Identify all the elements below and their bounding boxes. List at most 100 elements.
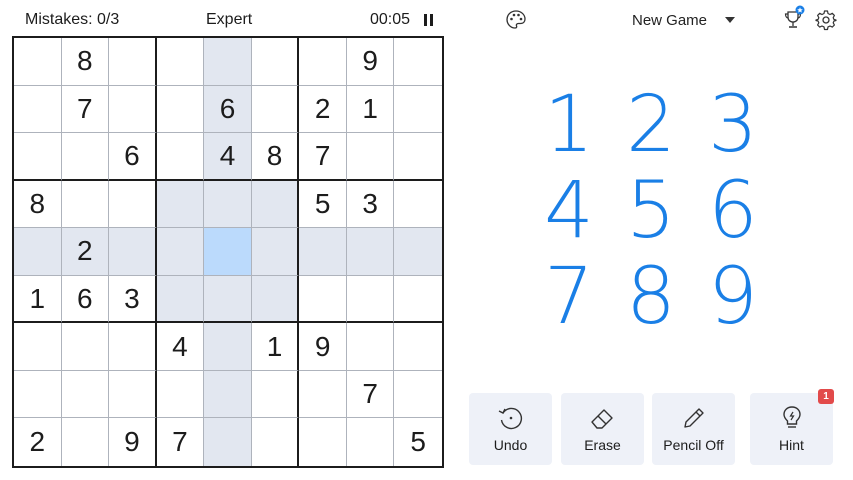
cell-r9c1[interactable]: 2 bbox=[14, 418, 62, 466]
cell-r8c5[interactable] bbox=[204, 370, 252, 419]
cell-r8c9[interactable] bbox=[394, 371, 442, 419]
cell-r4c7[interactable]: 5 bbox=[299, 180, 347, 229]
gear-icon[interactable] bbox=[815, 9, 837, 31]
pencil-toggle-button[interactable]: Pencil Off bbox=[652, 393, 735, 465]
cell-r5c3[interactable] bbox=[109, 228, 157, 276]
cell-r4c8[interactable]: 3 bbox=[346, 180, 395, 229]
cell-r9c6[interactable] bbox=[252, 418, 300, 466]
cell-r7c4[interactable]: 4 bbox=[156, 323, 205, 371]
cell-r7c2[interactable] bbox=[61, 323, 110, 371]
cell-r6c1[interactable]: 1 bbox=[14, 275, 62, 324]
cell-r4c9[interactable] bbox=[394, 181, 442, 229]
cell-r4c1[interactable]: 8 bbox=[14, 180, 62, 229]
cell-r3c1[interactable] bbox=[14, 133, 62, 181]
number-3-button[interactable]: 3 bbox=[692, 80, 774, 170]
cell-r9c8[interactable] bbox=[347, 418, 395, 466]
cell-r5c2[interactable]: 2 bbox=[61, 228, 110, 276]
cell-r7c6[interactable]: 1 bbox=[251, 323, 300, 371]
cell-r2c6[interactable] bbox=[251, 85, 300, 134]
cell-r1c1[interactable] bbox=[14, 38, 62, 86]
cell-r6c5[interactable] bbox=[204, 275, 252, 324]
cell-r7c1[interactable] bbox=[14, 323, 62, 371]
cell-r7c5[interactable] bbox=[204, 323, 252, 371]
cell-r3c3[interactable]: 6 bbox=[109, 133, 157, 181]
cell-r9c5[interactable] bbox=[204, 418, 252, 466]
cell-r6c8[interactable] bbox=[346, 275, 395, 324]
cell-r1c9[interactable] bbox=[394, 38, 442, 86]
cell-r1c2[interactable]: 8 bbox=[61, 38, 110, 86]
number-2-button[interactable]: 2 bbox=[610, 80, 692, 170]
cell-r5c4[interactable] bbox=[156, 228, 205, 276]
trophy-icon[interactable] bbox=[782, 5, 806, 31]
cell-r7c9[interactable] bbox=[394, 323, 442, 371]
cell-r4c4[interactable] bbox=[156, 180, 205, 229]
cell-r9c7[interactable] bbox=[299, 418, 347, 466]
cell-r5c5[interactable] bbox=[204, 228, 252, 276]
cell-r5c6[interactable] bbox=[251, 228, 300, 276]
undo-button[interactable]: Undo bbox=[469, 393, 552, 465]
cell-r1c7[interactable] bbox=[299, 38, 347, 86]
cell-r5c9[interactable] bbox=[394, 228, 442, 276]
cell-r2c9[interactable] bbox=[394, 86, 442, 134]
cell-r1c8[interactable]: 9 bbox=[346, 38, 395, 86]
number-1-button[interactable]: 1 bbox=[528, 80, 610, 170]
palette-icon[interactable] bbox=[505, 9, 527, 31]
cell-r8c7[interactable] bbox=[299, 370, 347, 419]
cell-r9c3[interactable]: 9 bbox=[109, 418, 157, 466]
cell-r8c4[interactable] bbox=[156, 370, 205, 419]
difficulty-label: Expert bbox=[206, 11, 253, 28]
cell-r6c6[interactable] bbox=[251, 275, 300, 324]
cell-r7c7[interactable]: 9 bbox=[299, 323, 347, 371]
cell-r6c9[interactable] bbox=[394, 276, 442, 324]
cell-r3c9[interactable] bbox=[394, 133, 442, 181]
cell-r1c5[interactable] bbox=[204, 38, 252, 86]
cell-r1c4[interactable] bbox=[156, 38, 205, 86]
cell-r6c4[interactable] bbox=[156, 275, 205, 324]
cell-r4c5[interactable] bbox=[204, 180, 252, 229]
cell-r3c7[interactable]: 7 bbox=[299, 133, 347, 181]
cell-r3c8[interactable] bbox=[346, 133, 395, 181]
cell-r1c3[interactable] bbox=[109, 38, 157, 86]
number-4-button[interactable]: 4 bbox=[528, 166, 610, 256]
cell-r8c2[interactable] bbox=[61, 370, 110, 419]
cell-r6c7[interactable] bbox=[299, 275, 347, 324]
cell-r3c5[interactable]: 4 bbox=[204, 133, 252, 181]
cell-r8c1[interactable] bbox=[14, 370, 62, 419]
cell-r2c7[interactable]: 2 bbox=[299, 85, 347, 134]
cell-r6c3[interactable]: 3 bbox=[109, 275, 157, 324]
cell-r9c9[interactable]: 5 bbox=[394, 418, 442, 466]
number-5-button[interactable]: 5 bbox=[610, 166, 692, 256]
cell-r5c1[interactable] bbox=[14, 228, 62, 276]
new-game-dropdown[interactable]: New Game bbox=[632, 12, 707, 29]
erase-button[interactable]: Erase bbox=[561, 393, 644, 465]
cell-r2c4[interactable] bbox=[156, 85, 205, 134]
cell-r3c6[interactable]: 8 bbox=[251, 133, 300, 181]
cell-r2c3[interactable] bbox=[109, 85, 157, 134]
number-8-button[interactable]: 8 bbox=[610, 252, 692, 342]
cell-r7c8[interactable] bbox=[346, 323, 395, 371]
cell-r8c3[interactable] bbox=[109, 370, 157, 419]
cell-r8c8[interactable]: 7 bbox=[346, 370, 395, 419]
cell-r1c6[interactable] bbox=[251, 38, 300, 86]
cell-r6c2[interactable]: 6 bbox=[61, 275, 110, 324]
cell-r2c8[interactable]: 1 bbox=[346, 85, 395, 134]
cell-r4c3[interactable] bbox=[109, 180, 157, 229]
cell-r7c3[interactable] bbox=[109, 323, 157, 371]
cell-r2c5[interactable]: 6 bbox=[204, 85, 252, 134]
number-7-button[interactable]: 7 bbox=[528, 252, 610, 342]
cell-r8c6[interactable] bbox=[251, 370, 300, 419]
cell-r3c2[interactable] bbox=[61, 133, 110, 181]
cell-r5c7[interactable] bbox=[299, 228, 347, 276]
cell-r9c2[interactable] bbox=[62, 418, 110, 466]
number-6-button[interactable]: 6 bbox=[692, 166, 774, 256]
cell-r2c1[interactable] bbox=[14, 85, 62, 134]
cell-r4c2[interactable] bbox=[61, 180, 110, 229]
cell-r4c6[interactable] bbox=[251, 180, 300, 229]
cell-r3c4[interactable] bbox=[156, 133, 205, 181]
cell-r2c2[interactable]: 7 bbox=[61, 85, 110, 134]
chevron-down-icon[interactable] bbox=[725, 17, 735, 23]
cell-r5c8[interactable] bbox=[346, 228, 395, 276]
number-9-button[interactable]: 9 bbox=[692, 252, 774, 342]
pause-icon[interactable] bbox=[423, 14, 434, 26]
cell-r9c4[interactable]: 7 bbox=[157, 418, 205, 466]
